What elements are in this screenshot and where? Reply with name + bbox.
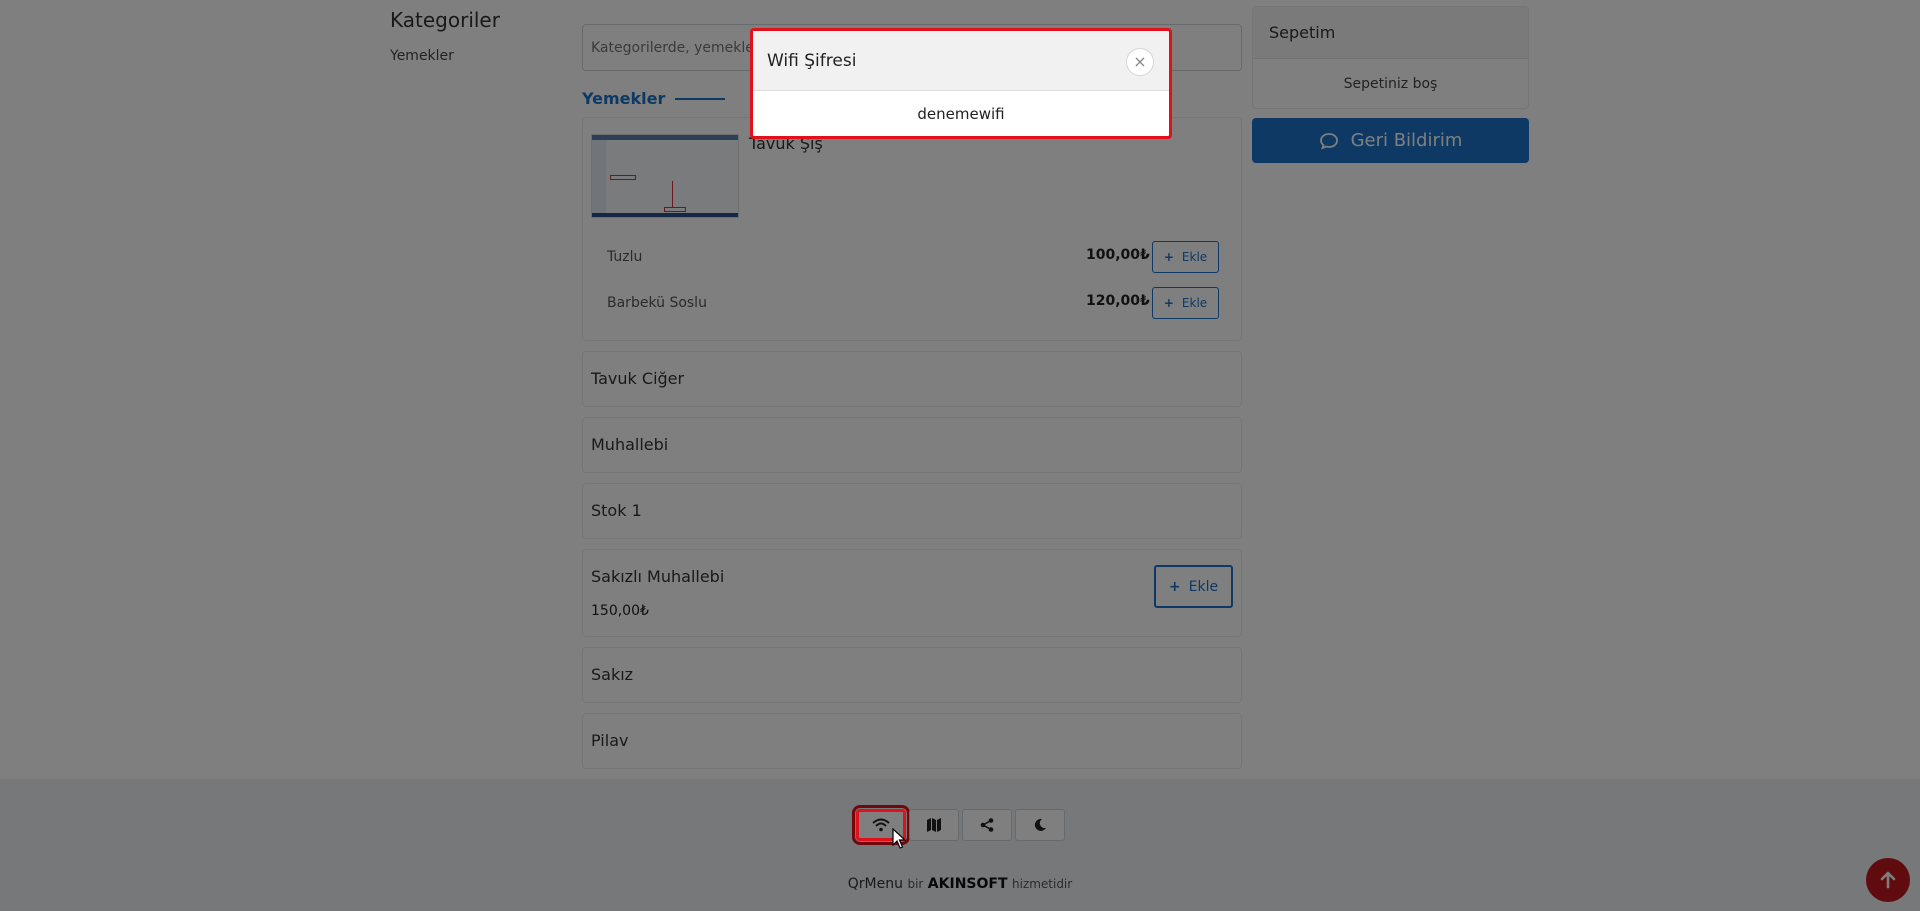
wifi-password-value: denemewifi — [917, 104, 1005, 123]
wifi-password-modal: Wifi Şifresi × denemewifi — [750, 28, 1172, 139]
close-icon[interactable]: × — [1126, 48, 1154, 76]
modal-header: Wifi Şifresi — [753, 31, 1169, 91]
mouse-cursor-icon — [892, 828, 906, 849]
menu-page: Kategoriler Yemekler Yemekler Tavuk Şiş … — [0, 0, 1920, 911]
modal-title: Wifi Şifresi — [767, 50, 857, 71]
